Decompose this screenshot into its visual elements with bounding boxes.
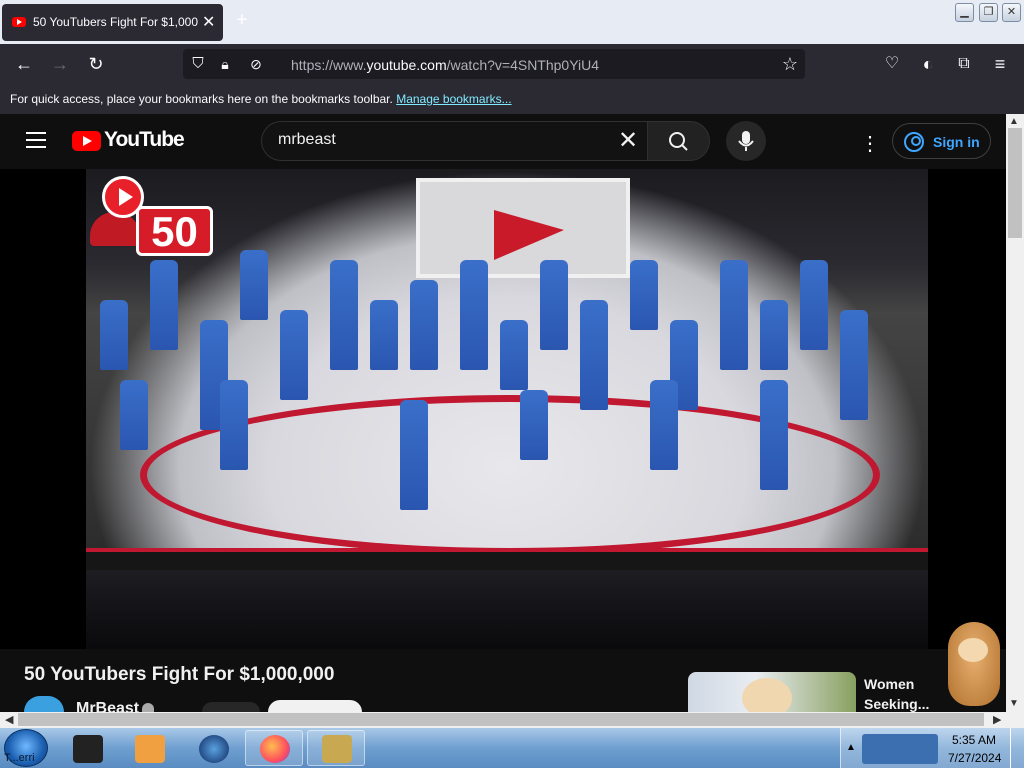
tab-close-icon[interactable]: ✕ [202, 12, 215, 32]
forward-arrow-icon[interactable]: → [48, 52, 72, 76]
video-contestant-figure [330, 260, 358, 370]
video-contestant-figure [760, 300, 788, 370]
horizontal-scrollbar-thumb[interactable] [18, 713, 984, 726]
scrollbar-corner [1006, 712, 1024, 728]
more-options-icon[interactable]: ⋮ [860, 131, 880, 156]
sign-in-label: Sign in [933, 134, 980, 150]
video-contestant-figure [400, 400, 428, 510]
show-desktop-button[interactable] [1010, 728, 1024, 768]
firefox-icon [260, 735, 290, 763]
video-contestant-figure [460, 260, 488, 370]
subscribe-button[interactable] [268, 700, 362, 712]
video-contestant-figure [500, 320, 528, 390]
clear-search-icon[interactable]: ✕ [618, 127, 638, 155]
clock-time[interactable]: 5:35 AM [952, 733, 996, 747]
search-icon [669, 132, 688, 151]
sign-in-button[interactable]: Sign in [892, 123, 991, 159]
taskbar-item-task-view[interactable] [58, 730, 116, 766]
youtube-logo-text[interactable]: YouTube [104, 128, 185, 152]
video-backboard-flag [494, 210, 564, 260]
taskbar-item-browser[interactable] [184, 730, 242, 766]
url-host: youtube.com [366, 57, 447, 73]
clock-date[interactable]: 7/27/2024 [948, 751, 1001, 765]
browser-globe-icon [199, 735, 229, 763]
video-contestant-figure [120, 380, 148, 450]
video-contestant-figure [520, 390, 548, 460]
video-contestant-figure [100, 300, 128, 370]
app-menu-icon[interactable]: ≡ [988, 52, 1012, 76]
verified-badge-icon [142, 703, 154, 712]
task-view-icon [73, 735, 103, 763]
search-button[interactable] [647, 121, 710, 161]
video-contestant-figure [840, 310, 868, 420]
video-title: 50 YouTubers Fight For $1,000,000 [24, 664, 335, 685]
lock-icon[interactable]: 🔒︎ [213, 52, 237, 76]
video-contestant-figure [580, 300, 608, 410]
url-text[interactable]: https://www.youtube.com/watch?v=4SNThp0Y… [291, 57, 599, 73]
start-label: T...erri [4, 752, 35, 764]
url-path: /watch?v=4SNThp0YiU4 [446, 57, 600, 73]
taskbar-item-game[interactable] [307, 730, 365, 766]
close-window-button[interactable]: ✕ [1002, 3, 1021, 22]
search-input-value[interactable]: mrbeast [278, 131, 336, 149]
video-crowd-shadow [86, 570, 928, 649]
hamster-pet-icon[interactable] [948, 622, 1000, 706]
media-player-icon [135, 735, 165, 763]
video-contestant-figure [280, 310, 308, 400]
permissions-icon[interactable]: ⊘ [244, 52, 268, 76]
manage-bookmarks-link[interactable]: Manage bookmarks... [396, 92, 511, 106]
bookmarks-hint-text: For quick access, place your bookmarks h… [10, 92, 393, 106]
video-contestant-figure [650, 380, 678, 470]
video-contestant-figure [630, 260, 658, 330]
pocket-icon[interactable]: ♡ [880, 52, 904, 76]
scroll-up-arrow-icon[interactable]: ▲ [1009, 116, 1019, 127]
video-contestant-figure [240, 250, 268, 320]
taskbar-item-firefox[interactable] [245, 730, 303, 766]
url-prefix: https://www. [291, 57, 367, 73]
bookmark-star-icon[interactable]: ☆ [778, 52, 802, 76]
account-icon[interactable]: ◐ [916, 52, 940, 76]
tray-expand-icon[interactable]: ▲ [846, 742, 856, 753]
tracking-shield-icon[interactable]: ⛉ [186, 52, 210, 76]
video-contestant-figure [800, 260, 828, 350]
extensions-icon[interactable]: ⧉ [952, 52, 976, 76]
voice-search-button[interactable] [726, 121, 766, 161]
join-button[interactable] [202, 702, 260, 712]
new-tab-icon[interactable]: + [236, 9, 248, 32]
video-contestant-figure [220, 380, 248, 470]
taskbar-item-media-player[interactable] [120, 730, 178, 766]
video-contestant-figure [370, 300, 398, 370]
channel-name[interactable]: MrBeast [76, 700, 139, 712]
scroll-left-arrow-icon[interactable]: ◀ [5, 712, 13, 728]
youtube-favicon-icon [12, 17, 26, 27]
browser-tab-active[interactable]: 50 YouTubers Fight For $1,000,000 ✕ [2, 4, 223, 41]
reload-icon[interactable]: ↻ [84, 52, 108, 76]
video-contestant-figure [410, 280, 438, 370]
ad-title[interactable]: Women Seeking... [864, 674, 944, 714]
scroll-down-arrow-icon[interactable]: ▼ [1009, 698, 1019, 709]
vertical-scrollbar-thumb[interactable] [1008, 128, 1022, 238]
video-contestant-figure [150, 260, 178, 350]
youtube-logo-icon[interactable] [72, 131, 101, 151]
tray-app-preview-icon[interactable] [862, 734, 938, 764]
microphone-icon [738, 131, 754, 151]
user-icon [904, 132, 924, 152]
channel-avatar[interactable] [24, 696, 64, 712]
video-contestant-figure [540, 260, 568, 350]
video-contestant-figure [760, 380, 788, 490]
video-badge-number: 50 [136, 206, 213, 256]
hamburger-menu-icon[interactable] [26, 132, 46, 148]
video-court-edge [86, 548, 928, 570]
minimize-window-button[interactable]: ▁ [955, 3, 974, 22]
hamster-face [958, 638, 988, 662]
game-box-icon [322, 735, 352, 763]
video-contestant-figure [720, 260, 748, 370]
bookmarks-hint: For quick access, place your bookmarks h… [10, 92, 512, 106]
restore-window-button[interactable]: ❐ [979, 3, 998, 22]
back-arrow-icon[interactable]: ← [12, 52, 36, 76]
tab-title: 50 YouTubers Fight For $1,000,000 [33, 15, 198, 29]
scroll-right-arrow-icon[interactable]: ▶ [993, 712, 1001, 728]
